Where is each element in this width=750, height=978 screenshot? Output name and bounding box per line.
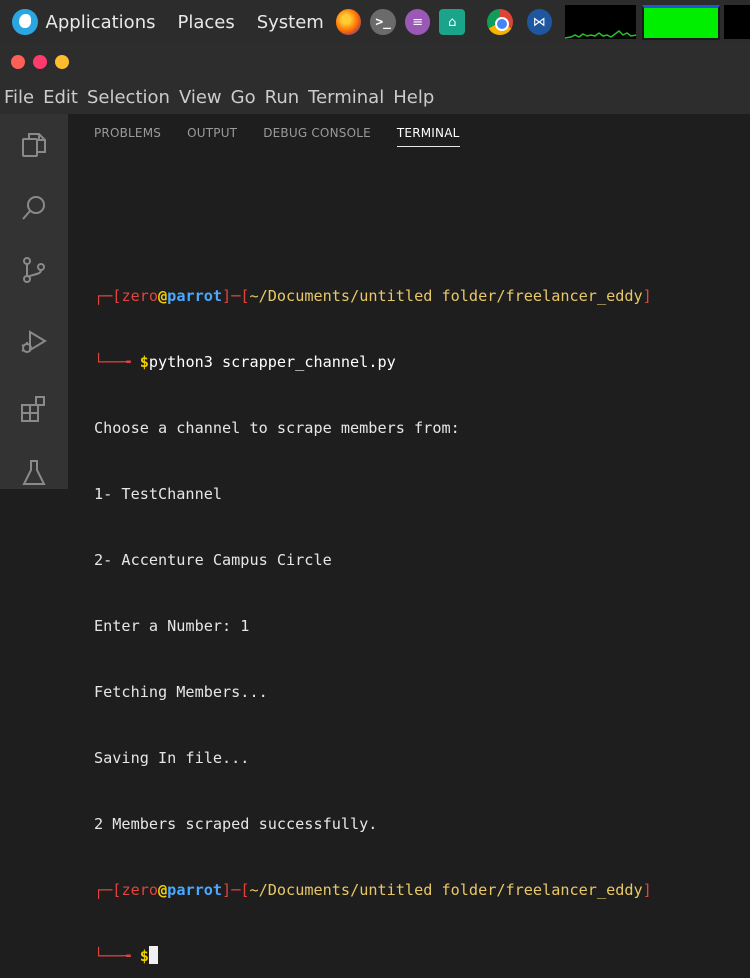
minimize-window-button[interactable]	[33, 55, 47, 69]
memory-monitor-graph[interactable]	[641, 4, 721, 40]
prompt-arrow: └──╼	[94, 353, 140, 371]
extensions-icon[interactable]	[19, 394, 49, 424]
command-text: python3 scrapper_channel.py	[148, 353, 396, 371]
applications-menu[interactable]: Applications	[46, 12, 156, 33]
cpu-monitor-graph[interactable]	[565, 5, 636, 39]
window-titlebar	[0, 44, 750, 80]
prompt-dollar: $	[139, 353, 149, 371]
menu-bar: File Edit Selection View Go Run Terminal…	[0, 80, 750, 114]
prompt-arrow: └──╼	[94, 947, 140, 965]
terminal-icon[interactable]: >_	[370, 9, 396, 35]
tab-problems[interactable]: PROBLEMS	[94, 126, 161, 147]
output-line: 2 Members scraped successfully.	[94, 815, 378, 833]
output-line: Saving In file...	[94, 749, 250, 767]
run-debug-icon[interactable]	[19, 326, 49, 356]
system-menu[interactable]: System	[257, 12, 324, 33]
tab-output[interactable]: OUTPUT	[187, 126, 237, 147]
bottom-panel: PROBLEMS OUTPUT DEBUG CONSOLE TERMINAL ┌…	[68, 114, 750, 965]
prompt-line: ┌─[zero@parrot]─[~/Documents/untitled fo…	[94, 285, 744, 307]
prompt-line: ┌─[zero@parrot]─[~/Documents/untitled fo…	[94, 879, 744, 901]
prompt-host: parrot	[167, 881, 223, 899]
menu-file[interactable]: File	[4, 87, 34, 108]
chrome-icon[interactable]	[486, 9, 513, 35]
menu-help[interactable]: Help	[393, 87, 434, 108]
prompt-corner: ┌─[	[94, 881, 122, 899]
cpu-graph-svg	[565, 30, 636, 39]
tab-terminal[interactable]: TERMINAL	[396, 126, 460, 147]
output-line: Enter a Number: 1	[94, 617, 250, 635]
menu-edit[interactable]: Edit	[43, 87, 78, 108]
panel-tabs: PROBLEMS OUTPUT DEBUG CONSOLE TERMINAL	[94, 126, 486, 147]
prompt-dollar: $	[139, 947, 149, 965]
tab-debug-console[interactable]: DEBUG CONSOLE	[263, 126, 371, 147]
output-line: Choose a channel to scrape members from:	[94, 419, 460, 437]
menu-view[interactable]: View	[179, 87, 222, 108]
text-editor-icon[interactable]: ≡	[404, 9, 431, 35]
output-line: Fetching Members...	[94, 683, 268, 701]
prompt-path: ~/Documents/untitled folder/freelancer_e…	[249, 881, 643, 899]
command-line: └──╼ $	[94, 945, 744, 967]
places-menu[interactable]: Places	[177, 12, 234, 33]
prompt-end: ]	[642, 881, 652, 899]
parrot-logo-icon[interactable]	[12, 9, 38, 35]
menu-terminal[interactable]: Terminal	[308, 87, 384, 108]
menu-run[interactable]: Run	[265, 87, 300, 108]
testing-flask-icon[interactable]	[19, 458, 49, 488]
output-line: 2- Accenture Campus Circle	[94, 551, 332, 569]
vscode-icon[interactable]: ⋈	[526, 9, 553, 35]
prompt-end: ]	[642, 287, 652, 305]
prompt-path: ~/Documents/untitled folder/freelancer_e…	[249, 287, 643, 305]
maximize-window-button[interactable]	[55, 55, 69, 69]
prompt-user: zero	[121, 287, 159, 305]
terminal-output[interactable]: ┌─[zero@parrot]─[~/Documents/untitled fo…	[94, 241, 744, 978]
firefox-icon[interactable]	[335, 9, 362, 35]
activity-bar	[0, 114, 68, 489]
explorer-icon[interactable]	[19, 130, 49, 160]
close-window-button[interactable]	[11, 55, 25, 69]
prompt-host: parrot	[167, 287, 223, 305]
home-folder-icon[interactable]: ⌂	[439, 9, 465, 35]
prompt-corner: ┌─[	[94, 287, 122, 305]
prompt-separator: ]─[	[222, 287, 250, 305]
system-top-panel: Applications Places System >_ ≡ ⌂ ⋈	[0, 0, 750, 44]
network-monitor-graph[interactable]	[724, 5, 750, 39]
prompt-at: @	[158, 287, 168, 305]
menu-selection[interactable]: Selection	[87, 87, 170, 108]
source-control-icon[interactable]	[19, 255, 49, 285]
command-line: └──╼ $python3 scrapper_channel.py	[94, 351, 744, 373]
search-icon[interactable]	[19, 193, 49, 223]
output-line: 1- TestChannel	[94, 485, 223, 503]
prompt-separator: ]─[	[222, 881, 250, 899]
terminal-cursor	[148, 946, 158, 964]
prompt-user: zero	[121, 881, 159, 899]
prompt-at: @	[158, 881, 168, 899]
menu-go[interactable]: Go	[231, 87, 256, 108]
